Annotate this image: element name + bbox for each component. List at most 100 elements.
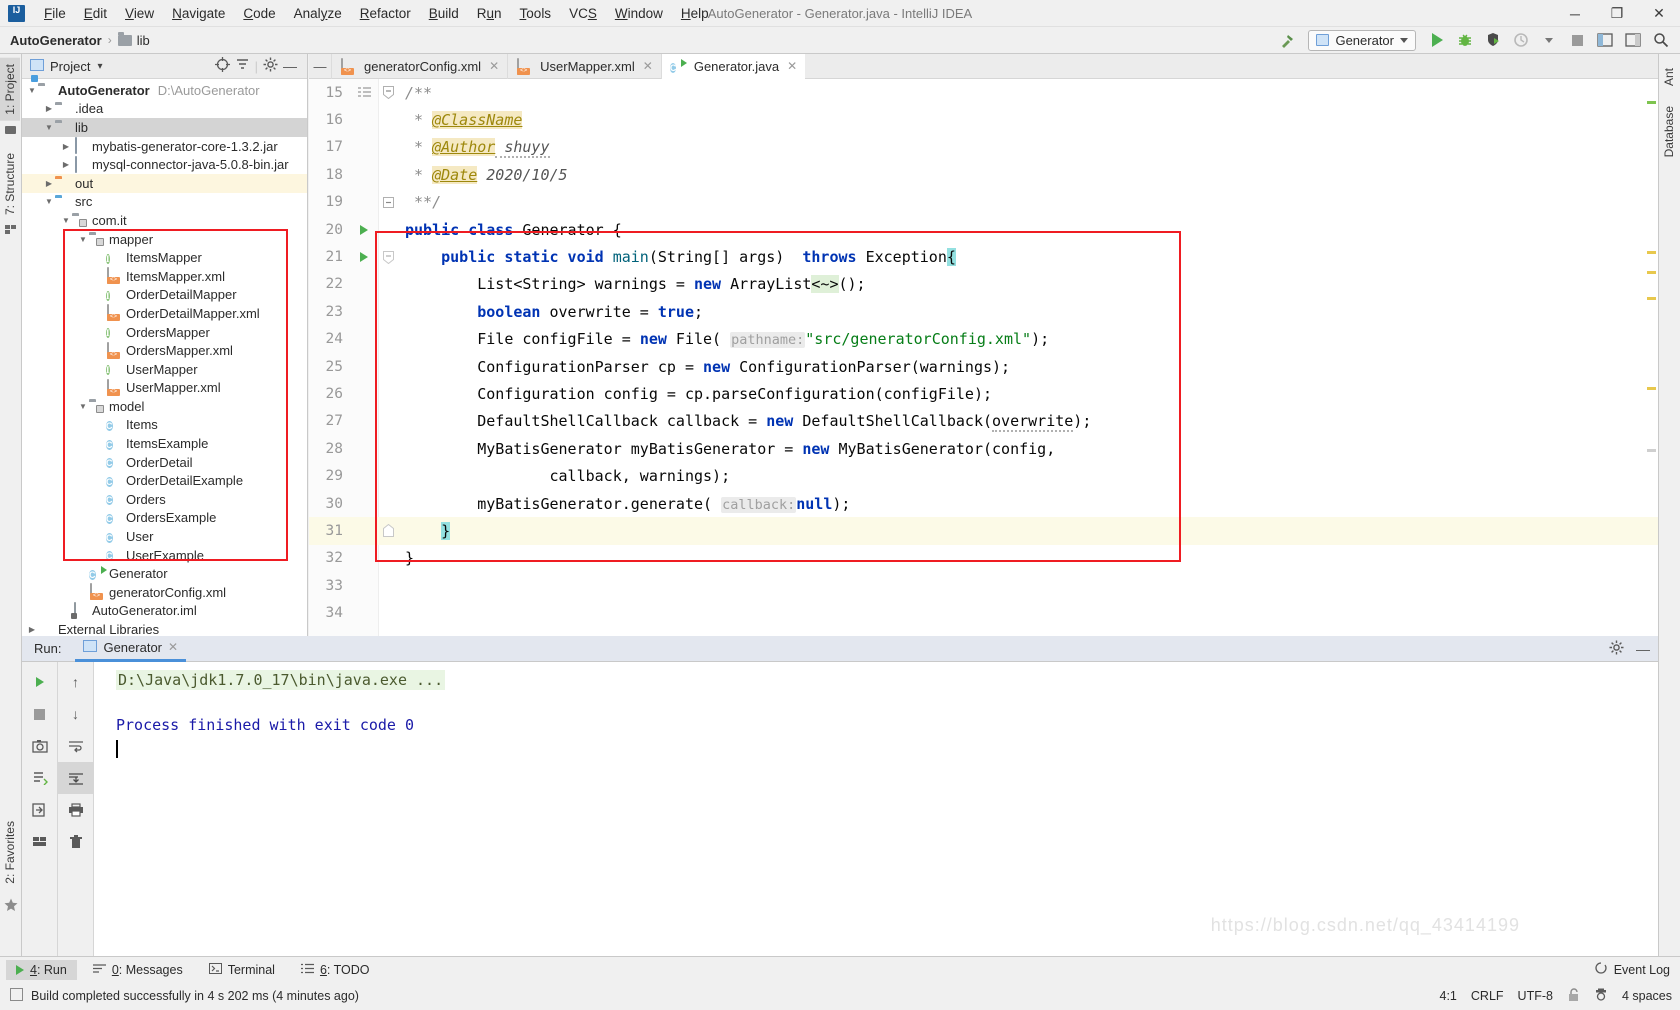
run-tab-generator[interactable]: Generator ✕ (75, 636, 187, 662)
tree-node[interactable]: C OrderDetailExample (22, 471, 307, 490)
tree-expand-arrow[interactable]: ▼ (26, 86, 38, 95)
tree-node[interactable]: C Items (22, 416, 307, 435)
sidebar-item-project[interactable]: 1: Project (0, 58, 20, 121)
event-log-button[interactable]: Event Log (1594, 961, 1670, 978)
editor-marker-panel[interactable] (1646, 79, 1658, 636)
tool-tab-terminal[interactable]: Terminal (199, 960, 285, 980)
tree-node[interactable]: C OrderDetail (22, 453, 307, 472)
gear-icon[interactable] (1609, 640, 1624, 658)
menu-file[interactable]: File (35, 2, 75, 25)
menu-analyze[interactable]: Analyze (285, 2, 351, 25)
tree-node[interactable]: ▶ mybatis-generator-core-1.3.2.jar (22, 137, 307, 156)
file-encoding[interactable]: UTF-8 (1518, 989, 1553, 1003)
hide-icon[interactable]: — (283, 58, 303, 74)
fold-icon[interactable] (379, 86, 397, 100)
menu-navigate[interactable]: Navigate (163, 2, 234, 25)
stop-button[interactable] (1564, 29, 1590, 51)
menu-help[interactable]: Help (672, 2, 718, 25)
close-icon[interactable]: ✕ (489, 59, 499, 73)
line-separator[interactable]: CRLF (1471, 989, 1504, 1003)
caret-position[interactable]: 4:1 (1440, 989, 1457, 1003)
tab-usermapper-xml[interactable]: UserMapper.xml ✕ (507, 53, 661, 79)
tree-node[interactable]: ▼ model (22, 397, 307, 416)
tree-node[interactable]: ▶ out (22, 173, 307, 193)
run-with-coverage-button[interactable] (1480, 29, 1506, 51)
code-editor[interactable]: 15 /** 16 * @ClassName 17 * @Author shuy (309, 79, 1658, 636)
minimize-button[interactable]: ─ (1554, 0, 1596, 27)
close-button[interactable]: ✕ (1638, 0, 1680, 27)
sidebar-item-structure[interactable]: 7: Structure (0, 147, 20, 221)
tree-node[interactable]: C OrdersExample (22, 509, 307, 528)
structure-icon[interactable] (0, 221, 21, 239)
javadoc-marker-icon[interactable] (349, 87, 379, 98)
maximize-button[interactable]: ❐ (1596, 0, 1638, 27)
sidebar-item-database[interactable]: Database (1659, 100, 1679, 163)
tree-node[interactable]: ▼ com.it (22, 211, 307, 230)
trash-icon[interactable] (58, 826, 93, 858)
settings-toolbar-icon[interactable] (1620, 29, 1646, 51)
profiler-button[interactable] (1508, 29, 1534, 51)
rerun-icon[interactable] (22, 666, 57, 698)
menu-window[interactable]: Window (606, 2, 672, 25)
tree-node[interactable]: ▼ mapper (22, 230, 307, 249)
project-files-icon[interactable] (0, 121, 21, 139)
close-icon[interactable]: ✕ (643, 59, 653, 73)
indent-setting[interactable]: 4 spaces (1622, 989, 1672, 1003)
build-status-icon[interactable] (10, 988, 23, 1004)
tool-tab-run[interactable]: 4: Run (6, 959, 77, 980)
collapse-icon[interactable]: — (309, 59, 331, 74)
tab-generator-java[interactable]: C Generator.java ✕ (660, 53, 806, 79)
chevron-down-icon[interactable]: ▾ (97, 61, 102, 72)
run-gutter-icon[interactable] (349, 252, 379, 263)
breadcrumb-lib[interactable]: lib (137, 33, 150, 48)
sidebar-item-ant[interactable]: Ant (1659, 62, 1679, 92)
profiler-dropdown[interactable] (1536, 29, 1562, 51)
tree-node[interactable]: ▼ lib (22, 118, 307, 137)
star-icon[interactable] (0, 894, 22, 916)
dump-threads-icon[interactable] (22, 762, 57, 794)
tab-generatorconfig-xml[interactable]: generatorConfig.xml ✕ (331, 53, 507, 79)
tree-expand-arrow[interactable]: ▶ (43, 104, 55, 113)
sidebar-item-favorites[interactable]: 2: Favorites (0, 815, 20, 890)
tree-node[interactable]: I OrdersMapper (22, 323, 307, 342)
gear-icon[interactable] (263, 57, 278, 75)
tree-expand-arrow[interactable]: ▶ (26, 625, 38, 634)
tree-node[interactable]: UserMapper.xml (22, 378, 307, 398)
tool-tab-todo[interactable]: 6: TODO (291, 960, 380, 980)
tool-tab-messages[interactable]: 0: Messages (83, 960, 193, 980)
search-icon[interactable] (1648, 29, 1674, 51)
layout-icon[interactable] (22, 826, 57, 858)
tree-expand-arrow[interactable]: ▶ (43, 179, 55, 188)
tree-node[interactable]: C UserExample (22, 546, 307, 565)
menu-run[interactable]: Run (468, 2, 511, 25)
unlock-icon[interactable] (1567, 987, 1580, 1005)
stop-icon[interactable] (22, 698, 57, 730)
run-configuration-selector[interactable]: Generator (1308, 29, 1416, 51)
tree-node[interactable]: C User (22, 527, 307, 546)
tree-node[interactable]: ItemsMapper.xml (22, 267, 307, 286)
menu-view[interactable]: View (116, 2, 163, 25)
hammer-icon[interactable] (1274, 29, 1300, 51)
menu-refactor[interactable]: Refactor (351, 2, 420, 25)
collapse-all-icon[interactable] (235, 57, 250, 75)
tree-expand-arrow[interactable]: ▶ (60, 142, 72, 151)
tree-node[interactable]: I UserMapper (22, 360, 307, 379)
tree-node[interactable]: ▼ src (22, 193, 307, 212)
menu-code[interactable]: Code (234, 2, 284, 25)
tree-node[interactable]: C ItemsExample (22, 434, 307, 453)
menu-tools[interactable]: Tools (511, 2, 561, 25)
tree-node[interactable]: AutoGenerator.iml (22, 601, 307, 621)
console-output[interactable]: D:\Java\jdk1.7.0_17\bin\java.exe ... Pro… (94, 662, 1658, 956)
layout-icon[interactable] (1592, 29, 1618, 51)
tree-expand-arrow[interactable]: ▶ (60, 160, 72, 169)
tree-expand-arrow[interactable]: ▼ (77, 402, 89, 411)
menu-edit[interactable]: Edit (75, 2, 116, 25)
screenshot-icon[interactable] (22, 730, 57, 762)
fold-icon[interactable] (379, 250, 397, 264)
fold-icon[interactable] (379, 196, 397, 208)
print-icon[interactable] (58, 794, 93, 826)
hector-icon[interactable] (1594, 988, 1608, 1005)
tree-expand-arrow[interactable]: ▼ (60, 216, 72, 225)
close-icon[interactable]: ✕ (168, 640, 178, 654)
tree-node[interactable]: OrdersMapper.xml (22, 341, 307, 360)
